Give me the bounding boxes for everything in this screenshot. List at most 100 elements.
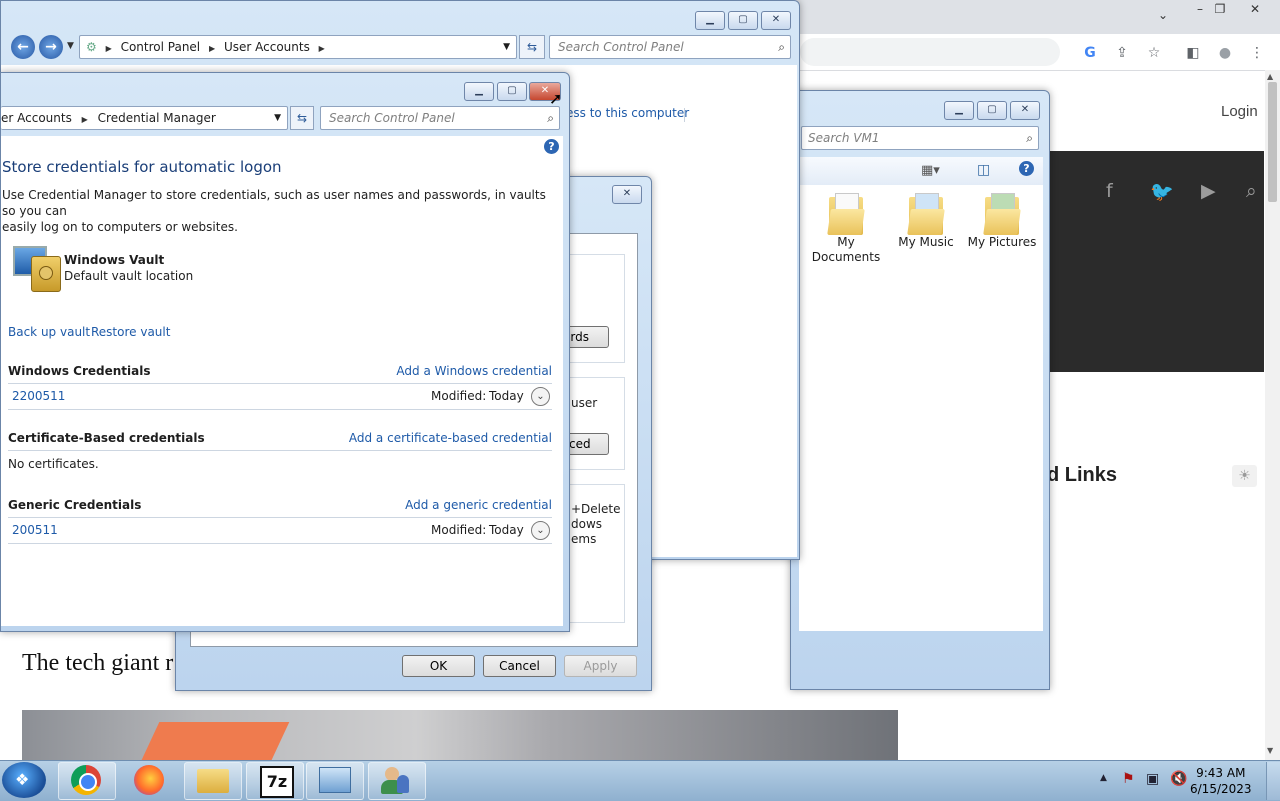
address-dropdown-icon[interactable]: ▼ xyxy=(503,36,510,58)
breadcrumb-user-accounts[interactable]: User Accounts xyxy=(224,40,310,54)
volume-muted-icon[interactable]: 🔇 xyxy=(1170,771,1187,787)
modified-value: Today xyxy=(489,523,524,537)
cm-content-pane: ? Store credentials for automatic logon … xyxy=(1,136,563,626)
browser-restore-button[interactable]: ❐ xyxy=(1203,0,1237,18)
theme-toggle-icon[interactable]: ☀ xyxy=(1232,465,1257,487)
forward-arrow-icon[interactable]: → xyxy=(39,35,63,59)
modified-label: Modified: xyxy=(431,523,487,537)
dialog-close-button[interactable]: ✕ xyxy=(612,185,642,204)
start-button[interactable]: ❖ xyxy=(2,762,46,798)
article-photo-accent xyxy=(140,722,290,762)
scroll-up-arrow-icon[interactable]: ▲ xyxy=(1267,72,1273,81)
divider xyxy=(8,450,552,451)
divider xyxy=(8,383,552,384)
folder-label: My Pictures xyxy=(967,235,1037,249)
breadcrumb-separator-icon: ▶ xyxy=(105,44,112,53)
refresh-icon[interactable]: ⇆ xyxy=(519,35,545,59)
ua-address-bar[interactable]: ⚙ ▶ Control Panel ▶ User Accounts ▶ ▼ xyxy=(79,35,517,59)
pictures-folder-icon xyxy=(983,193,1021,235)
clock-time: 9:43 AM xyxy=(1196,766,1246,780)
add-certificate-credential-link[interactable]: Add a certificate-based credential xyxy=(349,431,552,445)
action-center-flag-icon[interactable]: ⚑ xyxy=(1122,771,1135,787)
breadcrumb-control-panel[interactable]: Control Panel xyxy=(121,40,201,54)
ua-search-input[interactable]: Search Control Panel ⌕ xyxy=(549,35,791,59)
scroll-down-arrow-icon[interactable]: ▼ xyxy=(1267,746,1273,755)
recent-pages-chevron-icon[interactable]: ▼ xyxy=(67,41,74,51)
article-headline[interactable]: The tech giant r xyxy=(22,650,173,677)
system-clock[interactable]: 9:43 AM 6/15/2023 xyxy=(1190,765,1252,797)
modified-value: Today xyxy=(489,389,524,403)
back-arrow-icon[interactable]: ← xyxy=(11,35,35,59)
refresh-icon[interactable]: ⇆ xyxy=(290,106,314,130)
site-search-icon[interactable]: ⌕ xyxy=(1246,180,1257,202)
network-access-link[interactable]: ess to this computer xyxy=(566,106,689,120)
network-icon[interactable]: ▣ xyxy=(1146,771,1159,787)
folder-my-documents[interactable]: My Documents xyxy=(811,193,881,265)
taskbar-chrome[interactable] xyxy=(58,762,116,800)
expand-chevron-icon[interactable]: ⌄ xyxy=(531,387,550,406)
page-scrollbar-thumb[interactable] xyxy=(1268,82,1277,202)
breadcrumb-credential-manager[interactable]: Credential Manager xyxy=(98,111,216,125)
site-login-link[interactable]: Login xyxy=(1221,103,1258,120)
omnibox[interactable] xyxy=(800,38,1060,66)
cm-minimize-button[interactable]: ▁ xyxy=(464,82,494,101)
backup-vault-link[interactable]: Back up vault xyxy=(8,325,90,339)
cancel-button[interactable]: Cancel xyxy=(483,655,556,677)
add-windows-credential-link[interactable]: Add a Windows credential xyxy=(396,364,552,378)
taskbar-firefox[interactable] xyxy=(122,762,178,798)
firefox-icon xyxy=(134,765,164,795)
folder-my-music[interactable]: My Music xyxy=(891,193,961,250)
browser-close-button[interactable]: ✕ xyxy=(1238,0,1272,18)
generic-credentials-heading: Generic Credentials xyxy=(8,498,142,512)
vm1-minimize-button[interactable]: ▁ xyxy=(944,101,974,120)
generic-credential-entry[interactable]: 200511 xyxy=(12,523,58,537)
help-icon[interactable]: ? xyxy=(1019,161,1034,176)
preview-pane-icon[interactable]: ◫ xyxy=(977,162,990,178)
expand-chevron-icon[interactable]: ⌄ xyxy=(531,521,550,540)
help-icon[interactable]: ? xyxy=(544,139,559,154)
facebook-icon[interactable]: f xyxy=(1106,180,1113,202)
credential-manager-window: ▁ ▢ ✕ ➚ er Accounts ▶ Credential Manager… xyxy=(0,72,570,632)
side-panel-icon[interactable]: ◧ xyxy=(1182,42,1204,64)
ok-button[interactable]: OK xyxy=(402,655,475,677)
windows-credential-entry[interactable]: 2200511 xyxy=(12,389,65,403)
page-title: Store credentials for automatic logon xyxy=(2,158,282,176)
apply-button[interactable]: Apply xyxy=(564,655,637,677)
no-certificates-text: No certificates. xyxy=(8,457,99,471)
vm1-search-input[interactable]: Search VM1 ⌕ xyxy=(801,126,1039,150)
tab-search-icon[interactable]: ⌄ xyxy=(1146,6,1180,24)
folder-my-pictures[interactable]: My Pictures xyxy=(965,193,1039,250)
youtube-icon[interactable]: ▶ xyxy=(1201,180,1216,202)
vm1-maximize-button[interactable]: ▢ xyxy=(977,101,1007,120)
add-generic-credential-link[interactable]: Add a generic credential xyxy=(405,498,552,512)
address-dropdown-icon[interactable]: ▼ xyxy=(274,107,281,129)
google-lens-icon[interactable]: G xyxy=(1079,42,1101,64)
vault-name[interactable]: Windows Vault xyxy=(64,253,164,267)
search-icon: ⌕ xyxy=(547,111,554,125)
certificate-credentials-heading: Certificate-Based credentials xyxy=(8,431,205,445)
vm1-close-button[interactable]: ✕ xyxy=(1010,101,1040,120)
restore-vault-link[interactable]: Restore vault xyxy=(91,325,170,339)
seven-zip-icon: 7z xyxy=(260,766,294,798)
twitter-icon[interactable]: 🐦 xyxy=(1150,180,1174,203)
browser-menu-icon[interactable]: ⋮ xyxy=(1246,42,1268,64)
ua-close-button[interactable]: ✕ xyxy=(761,11,791,30)
cm-search-input[interactable]: Search Control Panel ⌕ xyxy=(320,106,560,130)
dialog-text-secure-logon: +Delete dows ems xyxy=(571,502,621,546)
breadcrumb-user-accounts[interactable]: er Accounts xyxy=(1,111,72,125)
view-options-icon[interactable]: ▦▾ xyxy=(921,163,940,178)
cm-address-bar[interactable]: er Accounts ▶ Credential Manager ▼ xyxy=(1,106,288,130)
cm-maximize-button[interactable]: ▢ xyxy=(497,82,527,101)
ua-minimize-button[interactable]: ▁ xyxy=(695,11,725,30)
control-panel-icon xyxy=(319,767,351,793)
taskbar-explorer[interactable] xyxy=(184,762,242,800)
profile-avatar-icon[interactable]: ● xyxy=(1214,42,1236,64)
taskbar-control-panel[interactable] xyxy=(306,762,364,800)
taskbar-user-accounts[interactable] xyxy=(368,762,426,800)
show-desktop-button[interactable] xyxy=(1266,762,1280,800)
ua-maximize-button[interactable]: ▢ xyxy=(728,11,758,30)
show-hidden-icons-icon[interactable]: ▲ xyxy=(1100,773,1107,783)
taskbar-7zip[interactable]: 7z xyxy=(246,762,304,800)
share-icon[interactable]: ⇪ xyxy=(1111,42,1133,64)
bookmark-star-icon[interactable]: ☆ xyxy=(1143,42,1165,64)
